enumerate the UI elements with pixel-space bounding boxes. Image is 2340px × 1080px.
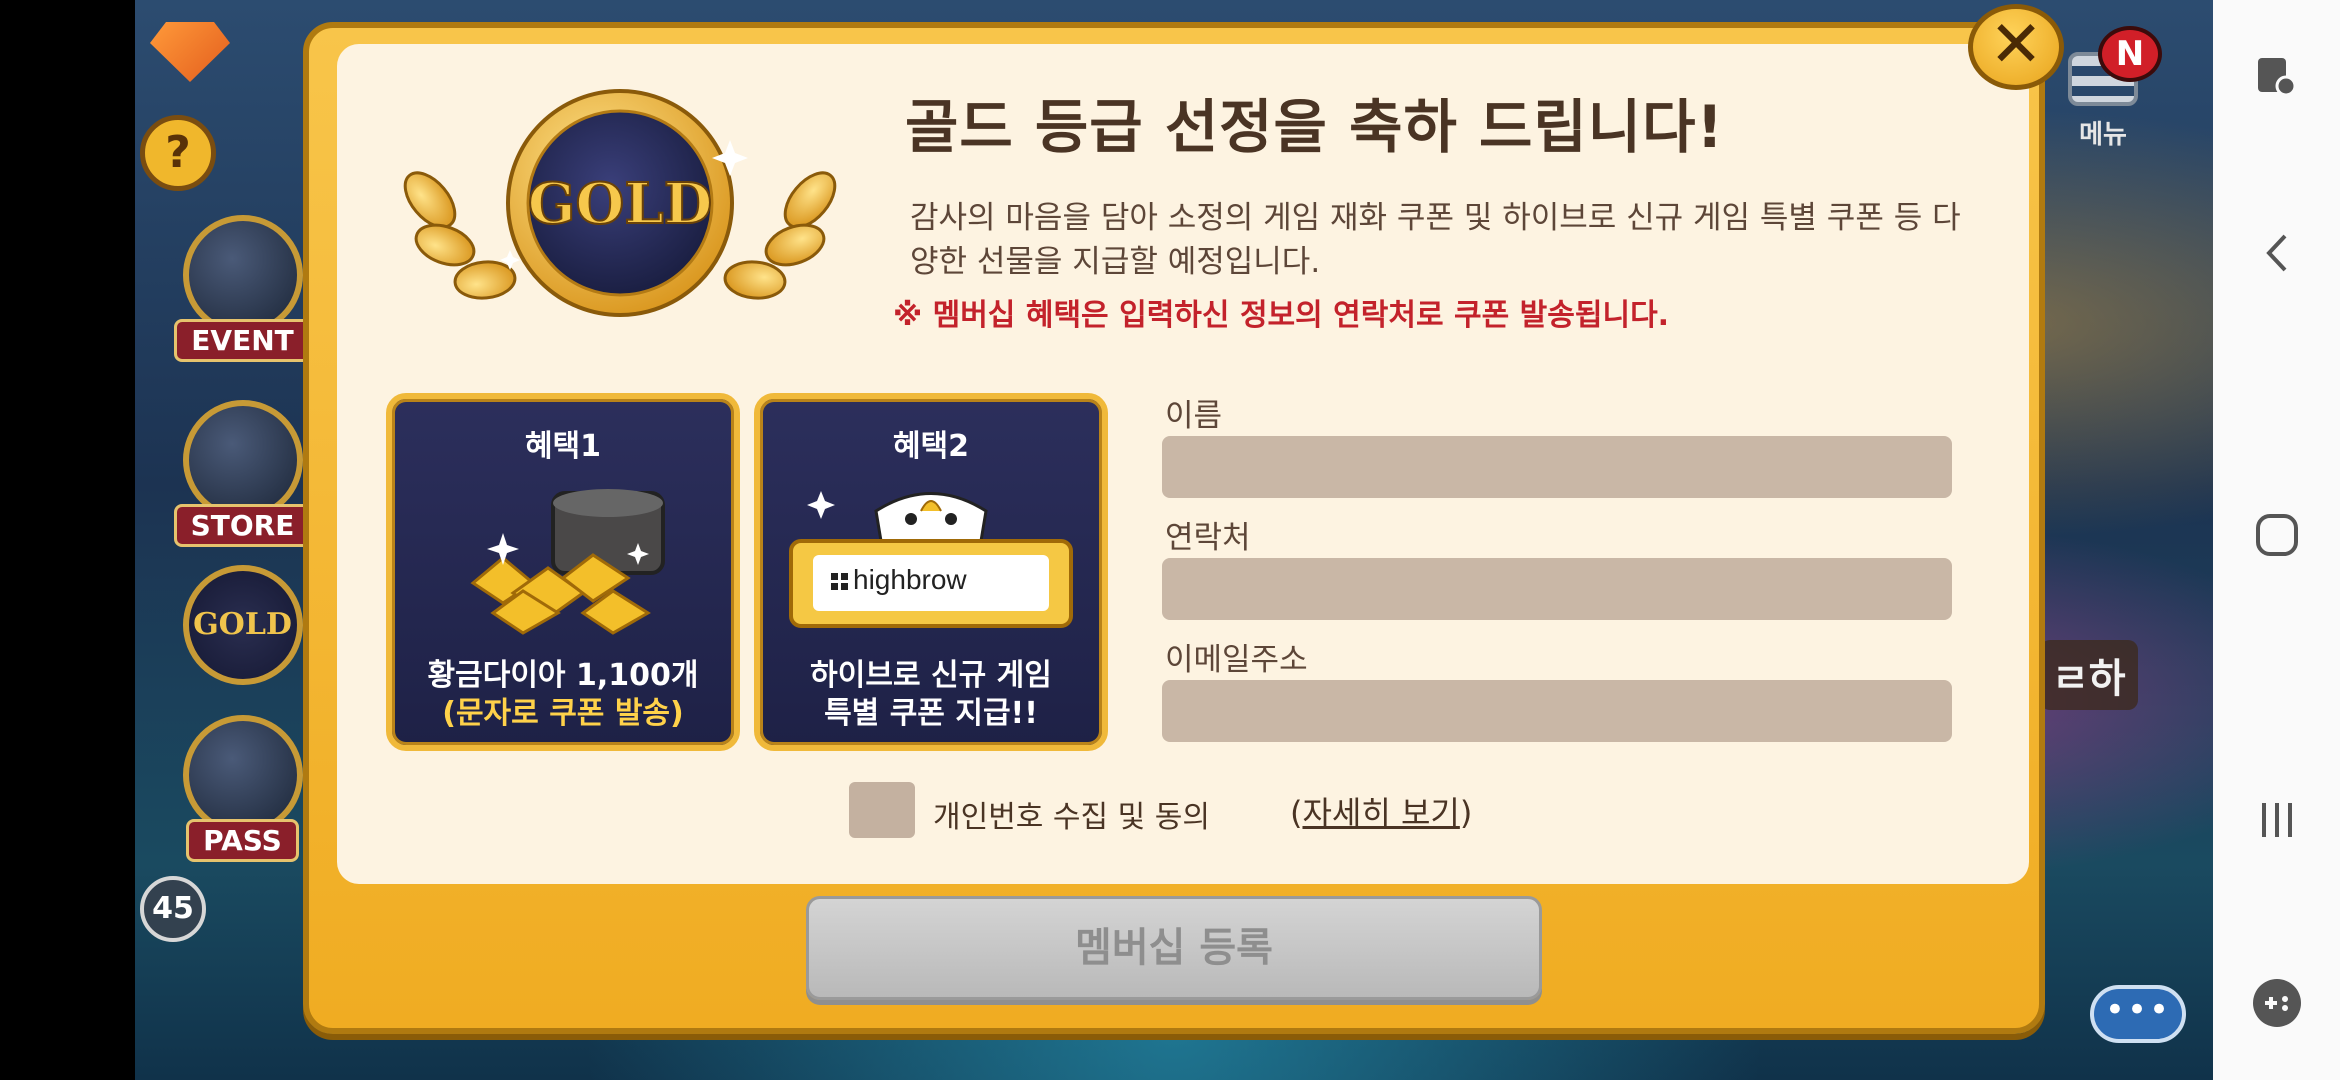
screen-lock-icon[interactable] [2213,52,2340,106]
dialog-description: 감사의 마음을 담아 소정의 게임 재화 쿠폰 및 하이브로 신규 게임 특별 … [910,200,1961,280]
phone-label: 연락처 [1165,520,1251,556]
benefit-card-1: 혜택1 황금다이아 1,100개 (문자로 쿠폰 발송) [386,393,740,751]
level-badge: 45 [140,876,206,942]
consent-checkbox[interactable] [849,782,915,838]
benefit-card-2: 혜택2 highbrow 하이브로 신규 게임 특별 쿠폰 지급!! [754,393,1108,751]
email-field[interactable] [1162,680,1952,742]
register-membership-button[interactable]: 멤버십 등록 [806,896,1542,1000]
android-nav-bar [2213,0,2340,1080]
name-label: 이름 [1165,398,1223,434]
android-back-icon[interactable] [2213,228,2340,282]
ticket-text: highbrow [853,564,967,595]
menu-label: 메뉴 [2079,120,2127,150]
consent-details-text: 자세히 보기 [1302,794,1460,832]
background-label: ㄹ하 [2040,640,2138,710]
close-icon: ✕ [1989,8,2043,82]
pass-label: PASS [186,819,299,862]
email-label: 이메일주소 [1165,642,1308,678]
new-badge: N [2098,26,2162,82]
dialog-notice: ※ 멤버십 혜택은 입력하신 정보의 연락처로 쿠폰 발송됩니다. [893,298,1670,333]
benefit-desc-line1: 황금다이아 1,100개 [427,658,699,693]
download-icon [182,215,303,335]
benefit-title: 혜택1 [524,429,602,464]
benefit-title: 혜택2 [892,429,970,464]
store-label: STORE [173,504,312,547]
benefit-desc-line2: 특별 쿠폰 지급!! [824,696,1038,731]
benefit-desc-line2: (문자로 쿠폰 발송) [442,696,684,731]
gold-badge-icon: GOLD [182,565,303,685]
chat-icon[interactable]: ••• [2090,985,2186,1043]
ticket-icon: highbrow [781,471,1081,641]
dialog-title: 골드 등급 선정을 축하 드립니다! [905,93,1724,161]
question-icon[interactable]: ? [140,115,216,191]
game-tools-icon[interactable] [2213,975,2340,1035]
name-field[interactable] [1162,436,1952,498]
android-recents-icon[interactable] [2213,795,2340,849]
pass-icon [182,715,303,835]
consent-details-link[interactable]: (자세히 보기) [1290,788,1472,834]
chest-icon [182,400,303,520]
gold-pile-icon [470,489,665,635]
event-label: EVENT [174,319,311,362]
gold-emblem-icon: GOLD [403,89,837,317]
gold-emblem-text: GOLD [528,171,713,237]
close-button[interactable]: ✕ [1968,4,2064,90]
consent-label: 개인번호 수집 및 동의 [933,800,1211,835]
phone-field[interactable] [1162,558,1952,620]
android-home-icon[interactable] [2213,510,2340,564]
benefit-desc-line1: 하이브로 신규 게임 [810,658,1052,693]
